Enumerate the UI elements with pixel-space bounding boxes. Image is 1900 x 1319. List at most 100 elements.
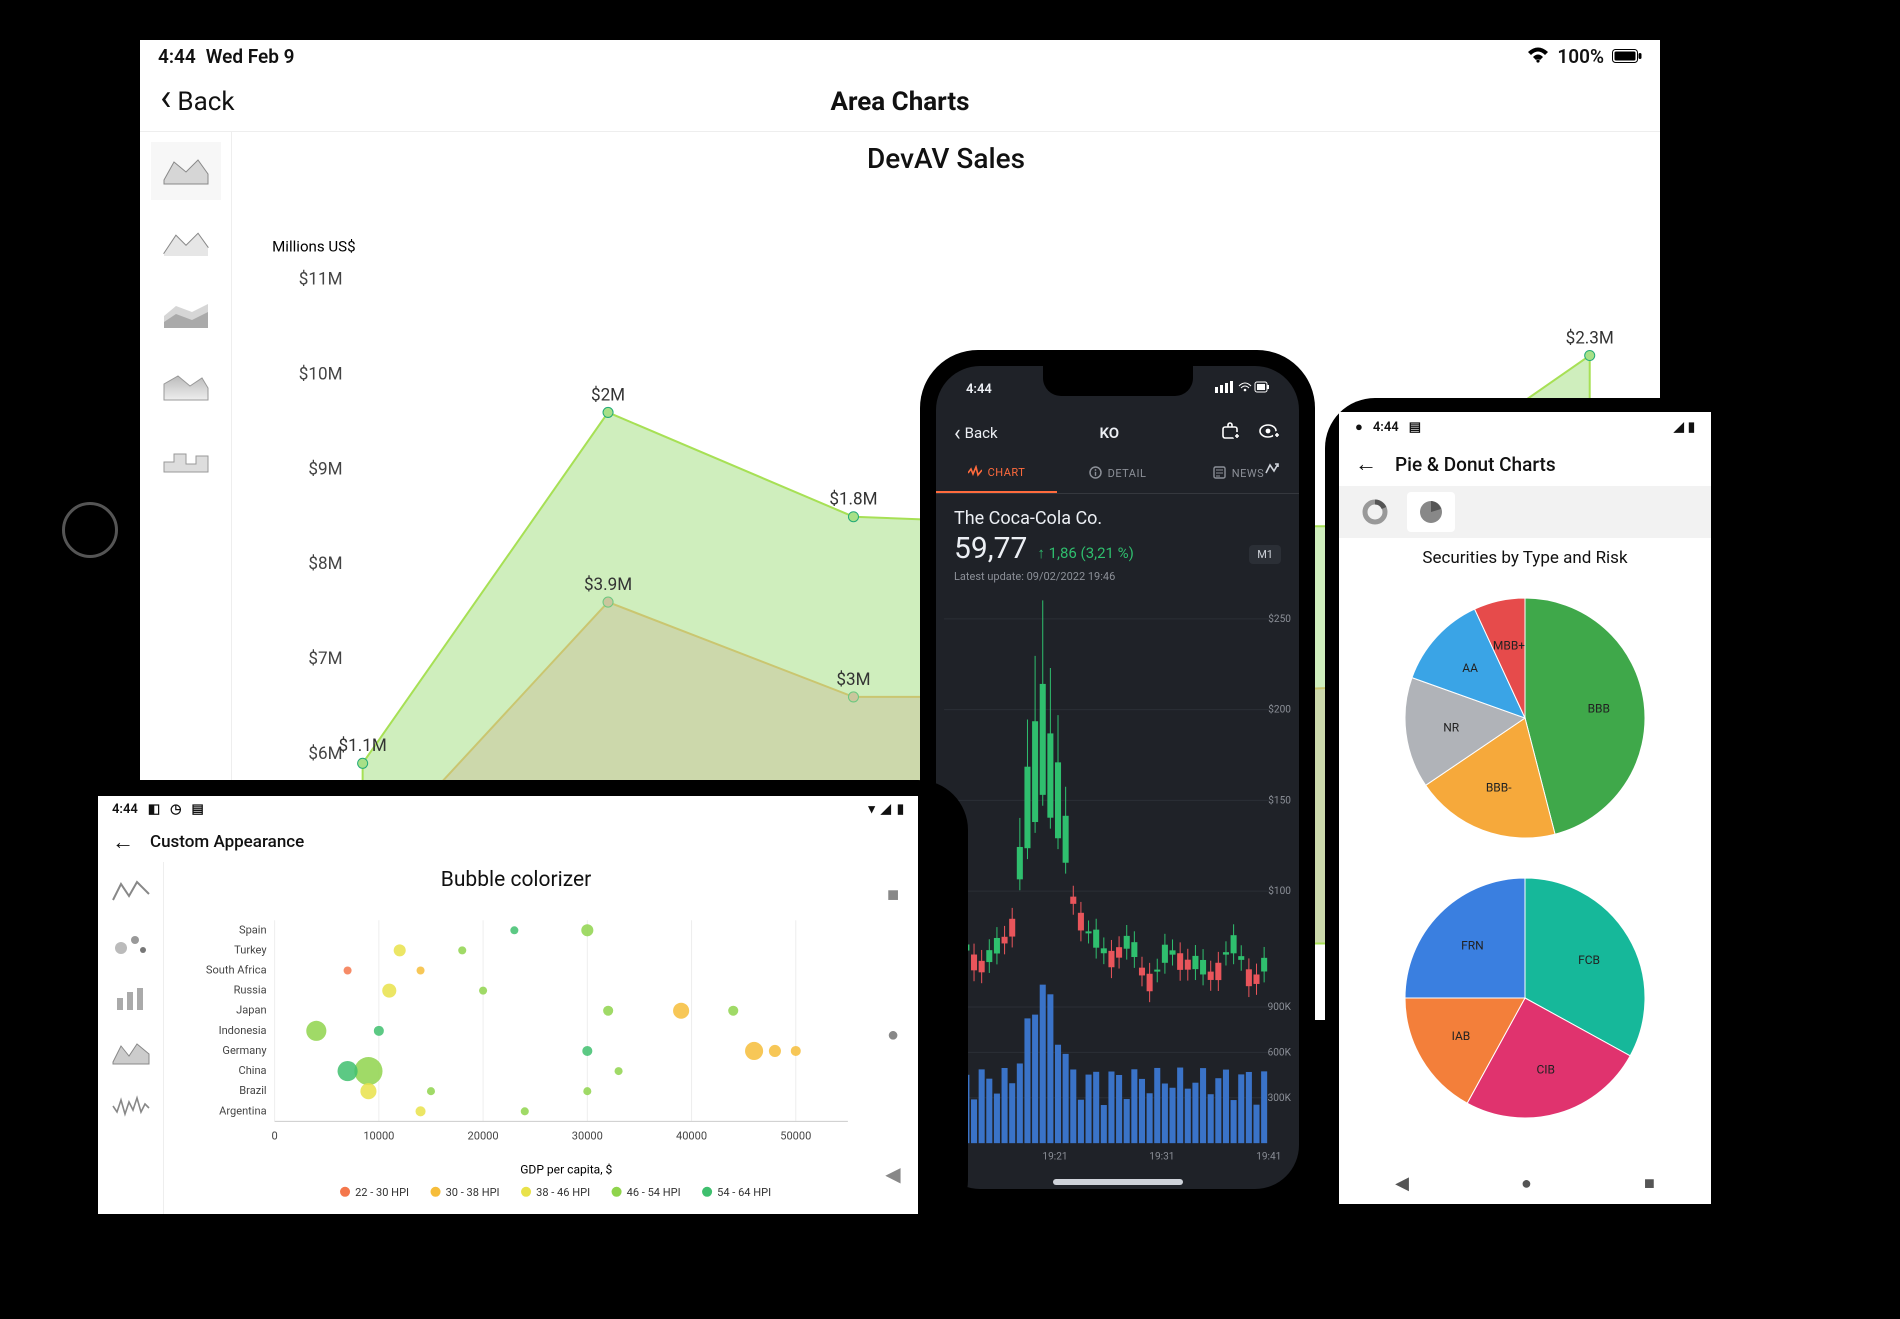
svg-text:$250: $250: [1268, 612, 1291, 625]
svg-text:300K: 300K: [1268, 1093, 1292, 1104]
home-indicator[interactable]: [1053, 1179, 1183, 1185]
svg-text:$7M: $7M: [308, 649, 342, 669]
stock-chart[interactable]: $100$150$200$250300K600K900K 19:1119:211…: [936, 589, 1299, 1173]
page-title: Pie & Donut Charts: [1395, 453, 1556, 476]
x-axis-label: GDP per capita, $: [520, 1163, 612, 1177]
svg-text:$3.9M: $3.9M: [584, 575, 632, 595]
back-arrow-icon[interactable]: ←: [1355, 451, 1377, 477]
nav-circle-icon[interactable]: ●: [887, 1022, 899, 1047]
svg-text:30000: 30000: [572, 1129, 603, 1142]
svg-text:China: China: [239, 1064, 267, 1077]
status-time: 4:44: [1373, 420, 1399, 435]
svg-text:19:31: 19:31: [1149, 1151, 1174, 1162]
svg-text:Brazil: Brazil: [239, 1084, 266, 1097]
nav-home-icon[interactable]: ●: [1521, 1173, 1532, 1194]
chevron-left-icon: [160, 87, 171, 117]
status-time: 4:44: [966, 382, 992, 397]
svg-text:22 - 30 HPI: 22 - 30 HPI: [355, 1186, 409, 1199]
status-icons: [1215, 381, 1269, 397]
sidebar-item-line1[interactable]: [151, 214, 221, 272]
sidebar-item-area[interactable]: [151, 142, 221, 200]
svg-text:$200: $200: [1268, 703, 1291, 716]
sidebar-item-bubble[interactable]: [104, 920, 158, 968]
svg-text:AA: AA: [1462, 661, 1478, 675]
bubble-sidebar: [98, 862, 164, 1214]
svg-text:$10M: $10M: [299, 365, 343, 385]
svg-text:NR: NR: [1443, 720, 1460, 734]
interval-pill[interactable]: M1: [1249, 545, 1281, 564]
bubble-status-bar: 4:44 ◧ ◷ ▤ ▾ ◢ ▮: [98, 796, 918, 822]
svg-text:600K: 600K: [1268, 1047, 1292, 1058]
stock-navbar: ‹ Back KO: [936, 412, 1299, 454]
back-button[interactable]: ‹ Back: [954, 421, 998, 446]
stock-phone-frame: 4:44 ‹ Back KO: [920, 350, 1315, 1205]
briefcase-add-icon[interactable]: [1221, 422, 1241, 445]
bubble-navbar: ← Custom Appearance: [98, 822, 918, 862]
nav-back-icon[interactable]: ◀: [1395, 1173, 1409, 1194]
battery-icon: [1612, 45, 1642, 68]
svg-text:54 - 64 HPI: 54 - 64 HPI: [717, 1186, 771, 1199]
page-title: Area Charts: [831, 87, 970, 117]
nav-triangle-icon[interactable]: ◀: [885, 1162, 900, 1186]
tab-chart[interactable]: CHART: [936, 454, 1057, 493]
svg-text:$6M: $6M: [308, 744, 342, 764]
svg-text:MBB+: MBB+: [1493, 638, 1525, 652]
change: 1,86 (3,21 %): [1049, 544, 1134, 562]
sidebar-item-spark[interactable]: [104, 1082, 158, 1130]
sidebar-item-step-area[interactable]: [151, 430, 221, 488]
back-label: Back: [965, 424, 998, 442]
status-date: Wed Feb 9: [206, 45, 295, 68]
watchlist-add-icon[interactable]: [1259, 422, 1281, 445]
svg-text:$8M: $8M: [308, 554, 342, 574]
svg-text:FRN: FRN: [1461, 938, 1484, 952]
bubble-phone-frame: 4:44 ◧ ◷ ▤ ▾ ◢ ▮ ← Custom Appearance: [48, 780, 968, 1230]
pie-chart-top[interactable]: BBBBBB-NRAAMBB+: [1375, 578, 1675, 858]
signal-icon: ◢: [881, 802, 891, 817]
svg-text:Russia: Russia: [234, 984, 267, 997]
svg-text:Japan: Japan: [236, 1004, 266, 1017]
nav-recent-icon[interactable]: ■: [1644, 1173, 1655, 1194]
tab-label: NEWS: [1232, 467, 1264, 480]
chevron-left-icon: ‹: [954, 421, 961, 446]
home-button-ring[interactable]: [62, 502, 118, 558]
tab-label: DETAIL: [1108, 467, 1147, 480]
pie-status-bar: ● 4:44 ▤ ◢ ▮: [1339, 412, 1711, 442]
ticker-symbol: KO: [1099, 424, 1119, 442]
chart-title: Securities by Type and Risk: [1422, 548, 1627, 568]
nav-square-icon[interactable]: ■: [887, 882, 899, 907]
news-icon: [1213, 466, 1226, 482]
stock-tabs: CHART DETAIL NEWS: [936, 454, 1299, 494]
sidebar-item-stacked-area[interactable]: [151, 286, 221, 344]
sidebar-item-line[interactable]: [104, 866, 158, 914]
svg-text:10000: 10000: [363, 1129, 394, 1142]
back-button[interactable]: Back: [160, 87, 235, 117]
chart-title: DevAV Sales: [252, 142, 1640, 175]
tablet-navbar: Back Area Charts: [140, 72, 1660, 132]
clock-icon: ◷: [170, 802, 181, 817]
tab-pie[interactable]: [1407, 492, 1455, 532]
svg-text:$1.8M: $1.8M: [829, 490, 877, 510]
bubble-chart-svg[interactable]: SpainTurkeySouth AfricaRussiaJapanIndone…: [164, 898, 868, 1214]
battery-icon: ▮: [1688, 420, 1695, 435]
pie-chart-bottom[interactable]: FCBCIBIABFRN: [1375, 858, 1675, 1138]
clipboard-icon: ▤: [1409, 420, 1421, 435]
tab-detail[interactable]: DETAIL: [1057, 454, 1178, 493]
tab-donut[interactable]: [1351, 492, 1399, 532]
sidebar-item-gradient-area[interactable]: [151, 358, 221, 416]
back-arrow-icon[interactable]: ←: [112, 829, 134, 855]
svg-text:South Africa: South Africa: [206, 964, 267, 977]
last-update: Latest update: 09/02/2022 19:46: [954, 570, 1281, 583]
sidebar-item-bar[interactable]: [104, 974, 158, 1022]
svg-text:900K: 900K: [1268, 1002, 1292, 1013]
clipboard-icon: ▤: [191, 802, 203, 817]
bubble-main: Bubble colorizer SpainTurkeySouth Africa…: [164, 862, 868, 1214]
app-badge-icon: ◧: [148, 802, 160, 817]
notch: [1043, 366, 1193, 396]
sidebar-item-area2[interactable]: [104, 1028, 158, 1076]
svg-text:$150: $150: [1268, 793, 1291, 806]
tablet-status-bar: 4:44 Wed Feb 9 100%: [140, 40, 1660, 72]
svg-text:Argentina: Argentina: [219, 1104, 266, 1117]
share-icon[interactable]: [1263, 460, 1281, 483]
svg-text:CIB: CIB: [1536, 1062, 1555, 1076]
svg-text:Indonesia: Indonesia: [219, 1024, 267, 1037]
